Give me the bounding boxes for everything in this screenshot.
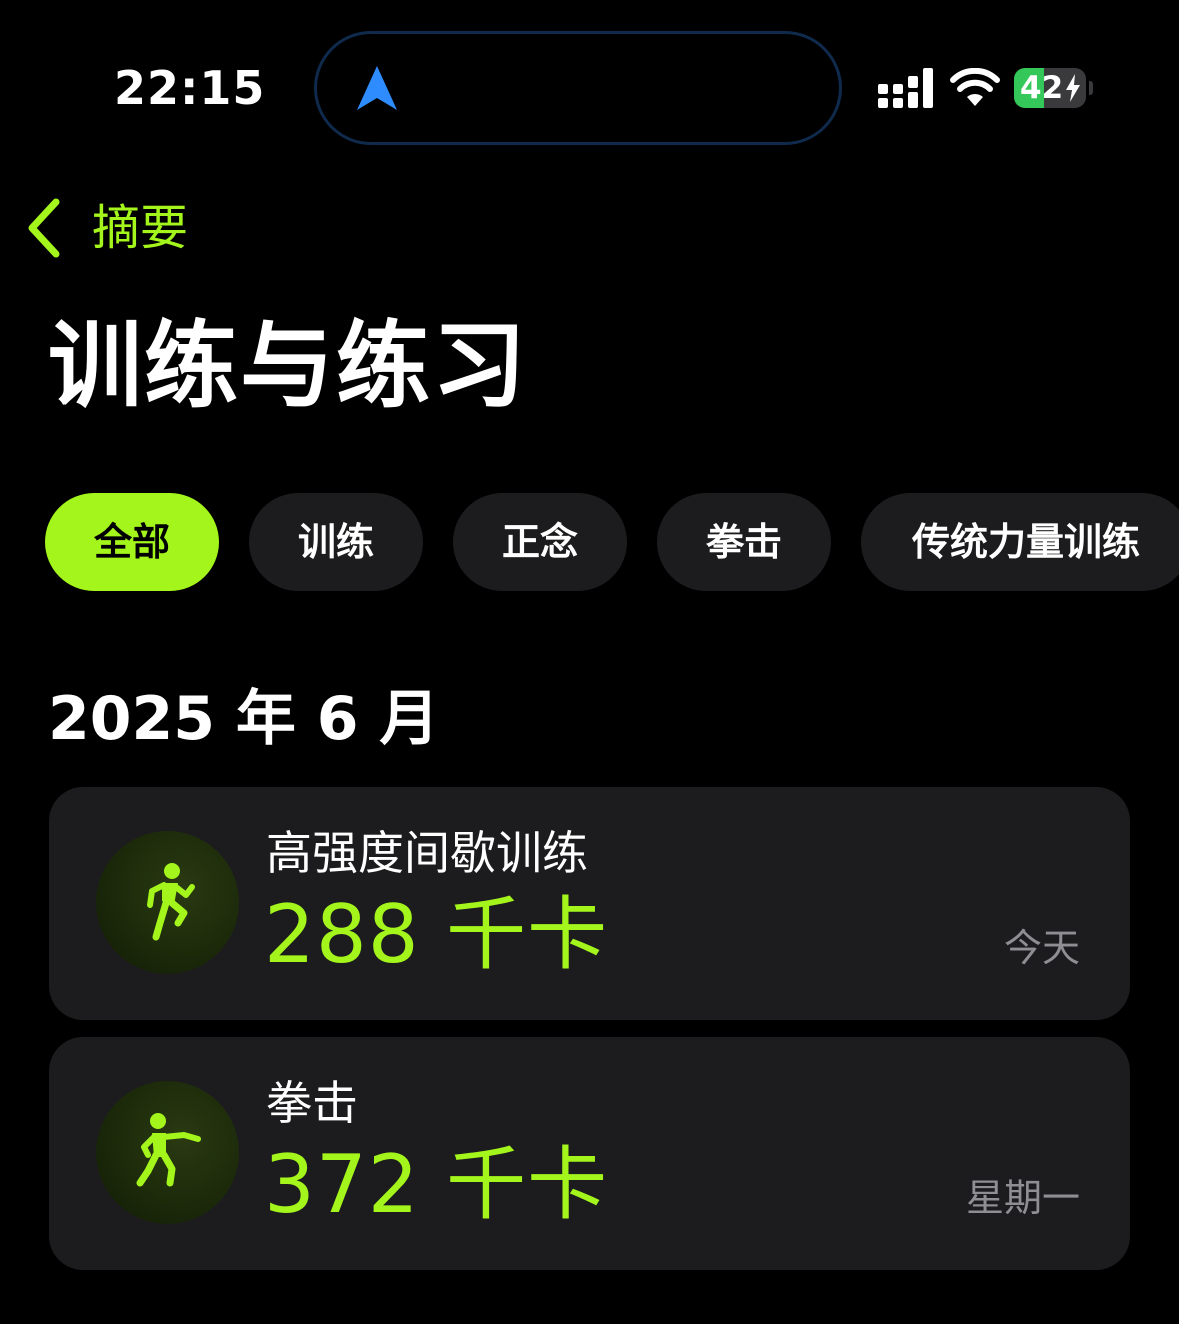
workout-icon-badge <box>96 1081 239 1224</box>
filter-chip-strength[interactable]: 传统力量训练 <box>861 493 1179 591</box>
workout-title: 拳击 <box>266 1076 358 1130</box>
wifi-icon <box>950 68 1000 106</box>
back-button[interactable]: 摘要 <box>26 190 188 266</box>
filter-chip-mindfulness[interactable]: 正念 <box>453 493 627 591</box>
workout-date: 今天 <box>1003 926 1080 970</box>
workout-calories: 288 千卡 <box>264 888 609 981</box>
location-arrow-icon <box>357 66 397 110</box>
status-time: 22:15 <box>114 61 266 115</box>
workout-card[interactable]: 高强度间歇训练 288 千卡 今天 <box>49 787 1130 1020</box>
back-label: 摘要 <box>92 200 189 256</box>
filter-chip-training[interactable]: 训练 <box>249 493 423 591</box>
workout-date: 星期一 <box>965 1176 1080 1220</box>
page-title: 训练与练习 <box>48 312 529 421</box>
month-header: 2025 年 6 月 <box>48 684 440 754</box>
workout-calories: 372 千卡 <box>264 1138 609 1231</box>
filter-chip-all[interactable]: 全部 <box>45 493 219 591</box>
hiit-runner-icon <box>147 863 195 941</box>
filter-chip-bar[interactable]: 全部 训练 正念 拳击 传统力量训练 <box>45 493 1179 591</box>
cellular-signal-icon <box>878 68 933 108</box>
chevron-left-icon <box>28 198 60 258</box>
workout-title: 高强度间歇训练 <box>266 826 588 880</box>
dynamic-island[interactable] <box>314 31 842 145</box>
battery-percent: 42 <box>1020 70 1064 106</box>
boxing-figure-icon <box>136 1113 201 1187</box>
workout-card[interactable]: 拳击 372 千卡 星期一 <box>49 1037 1130 1270</box>
battery-indicator: 42 <box>1014 68 1086 108</box>
charging-bolt-icon <box>1066 74 1080 102</box>
battery-nub <box>1089 81 1093 95</box>
workout-icon-badge <box>96 831 239 974</box>
filter-chip-boxing[interactable]: 拳击 <box>657 493 831 591</box>
